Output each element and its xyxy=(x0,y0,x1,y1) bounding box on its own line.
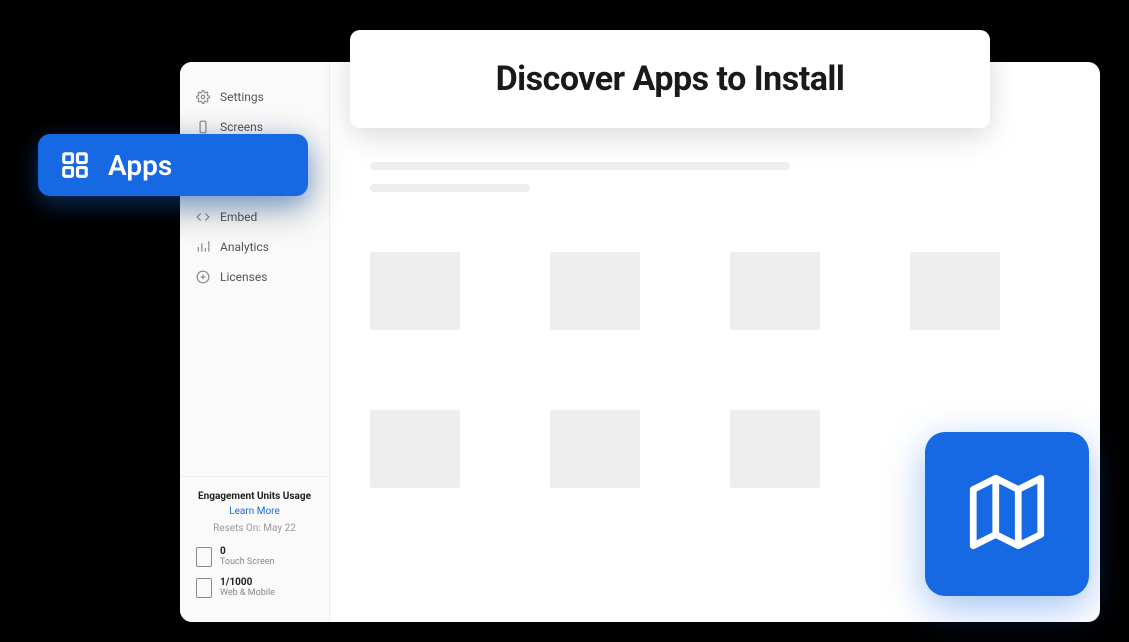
gear-icon xyxy=(196,90,210,104)
sidebar-item-settings[interactable]: Settings xyxy=(180,82,329,112)
chart-icon xyxy=(196,240,210,254)
device-icon xyxy=(196,547,212,567)
map-icon xyxy=(962,467,1052,561)
usage-title: Engagement Units Usage xyxy=(192,491,317,502)
app-card-placeholder[interactable] xyxy=(550,410,640,488)
sidebar-item-analytics[interactable]: Analytics xyxy=(180,232,329,262)
skeleton-line xyxy=(370,162,790,170)
sidebar-item-licenses[interactable]: Licenses xyxy=(180,262,329,292)
learn-more-link[interactable]: Learn More xyxy=(192,506,317,517)
app-card-placeholder[interactable] xyxy=(370,410,460,488)
map-badge[interactable] xyxy=(925,432,1089,596)
sidebar-item-label: Licenses xyxy=(220,270,267,284)
resets-on-text: Resets On: May 22 xyxy=(192,523,317,534)
sidebar-item-label: Analytics xyxy=(220,240,269,254)
usage-panel: Engagement Units Usage Learn More Resets… xyxy=(180,476,329,622)
app-card-placeholder[interactable] xyxy=(910,252,1000,330)
device-icon xyxy=(196,578,212,598)
app-card-placeholder[interactable] xyxy=(550,252,640,330)
grid-icon xyxy=(60,150,90,180)
sidebar-item-embed[interactable]: Embed xyxy=(180,202,329,232)
app-card-placeholder[interactable] xyxy=(730,252,820,330)
usage-stat-touch: 0 Touch Screen xyxy=(192,546,317,567)
header-overlay: Discover Apps to Install xyxy=(350,30,990,128)
usage-value: 1/1000 xyxy=(220,577,275,588)
sidebar-item-label: Screens xyxy=(220,120,263,134)
card-row xyxy=(370,252,1060,330)
sidebar-item-label: Embed xyxy=(220,210,257,224)
screen-icon xyxy=(196,120,210,134)
usage-label: Touch Screen xyxy=(220,557,274,567)
sidebar-item-label: Settings xyxy=(220,90,264,104)
usage-label: Web & Mobile xyxy=(220,588,275,598)
apps-badge[interactable]: Apps xyxy=(38,134,308,196)
app-card-placeholder[interactable] xyxy=(730,410,820,488)
app-card-placeholder[interactable] xyxy=(370,252,460,330)
skeleton-line xyxy=(370,184,530,192)
apps-badge-label: Apps xyxy=(108,149,172,182)
plus-circle-icon xyxy=(196,270,210,284)
page-title: Discover Apps to Install xyxy=(496,59,845,99)
code-icon xyxy=(196,210,210,224)
usage-value: 0 xyxy=(220,546,274,557)
usage-stat-web: 1/1000 Web & Mobile xyxy=(192,577,317,598)
